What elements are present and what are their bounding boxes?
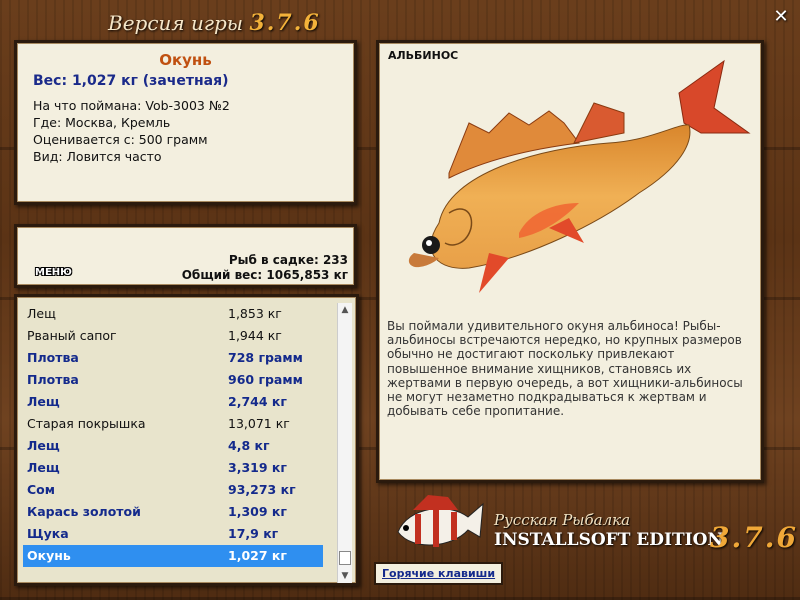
stats-summary: Рыб в садке: 233 Общий вес: 1065,853 кг xyxy=(182,253,348,283)
stats-panel: МЕНЮ Рыб в садке: 233 Общий вес: 1065,85… xyxy=(14,224,357,288)
logo-edition: INSTALLSOFT EDITION xyxy=(494,530,723,550)
list-item-weight: 1,853 кг xyxy=(228,306,282,321)
fish-name: Окунь xyxy=(159,51,212,69)
list-item-weight: 2,744 кг xyxy=(228,394,287,409)
list-item-weight: 4,8 кг xyxy=(228,438,270,453)
fish-count: Рыб в садке: 233 xyxy=(228,253,348,267)
hotkeys-link[interactable]: Горячие клавиши xyxy=(374,562,504,585)
list-item[interactable]: Плотва 728 грамм xyxy=(23,347,323,369)
logo-fish-icon xyxy=(397,495,484,547)
list-item-weight: 728 грамм xyxy=(228,350,303,365)
fish-location: Где: Москва, Кремль xyxy=(33,115,171,130)
list-item-weight: 17,9 кг xyxy=(228,526,279,541)
fish-attributes: На что поймана: Vob-3003 №2 Где: Москва,… xyxy=(33,97,354,165)
list-item-name: Окунь xyxy=(27,548,71,563)
list-item-name: Лещ xyxy=(27,306,56,321)
menu-button[interactable]: МЕНЮ xyxy=(35,267,72,278)
fish-rated-from: Оценивается с: 500 грамм xyxy=(33,132,208,147)
scroll-up-icon[interactable]: ▲ xyxy=(338,303,352,317)
list-item-weight: 1,944 кг xyxy=(228,328,282,343)
list-item-name: Сом xyxy=(27,482,55,497)
list-item-name: Плотва xyxy=(27,350,79,365)
list-item-weight: 1,309 кг xyxy=(228,504,287,519)
list-item-weight: 93,273 кг xyxy=(228,482,296,497)
logo-version: 3.7.6 xyxy=(710,521,798,554)
fish-info-panel: Окунь Вес: 1,027 кг (зачетная) На что по… xyxy=(14,40,357,205)
list-item[interactable]: Лещ 2,744 кг xyxy=(23,391,323,413)
list-item-name: Лещ xyxy=(27,438,60,453)
fish-illustration xyxy=(408,59,751,293)
list-item-name: Лещ xyxy=(27,394,60,409)
list-item[interactable]: Щука 17,9 кг xyxy=(23,523,323,545)
list-item-name: Старая покрышка xyxy=(27,416,146,431)
list-item-weight: 960 грамм xyxy=(228,372,303,387)
fish-kind: Вид: Ловится часто xyxy=(33,149,162,164)
list-item[interactable]: Плотва 960 грамм xyxy=(23,369,323,391)
list-item-name: Щука xyxy=(27,526,69,541)
scroll-down-icon[interactable]: ▼ xyxy=(338,569,352,583)
window-title: Версия игры 3.7.6 xyxy=(108,10,321,36)
total-weight: Общий вес: 1065,853 кг xyxy=(181,268,348,282)
fish-bait: На что поймана: Vob-3003 №2 xyxy=(33,98,230,113)
catch-list-panel: Лещ 1,853 кг Рваный сапог 1,944 кг Плотва 7… xyxy=(14,294,359,586)
list-item[interactable]: Рваный сапог 1,944 кг xyxy=(23,325,323,347)
list-item[interactable]: Сом 93,273 кг xyxy=(23,479,323,501)
fish-image-panel: АЛЬБИНОС Вы поймали удивительного окуня … xyxy=(376,40,764,483)
fish-weight: Вес: 1,027 кг (зачетная) xyxy=(33,73,229,89)
list-item[interactable]: Карась золотой 1,309 кг xyxy=(23,501,323,523)
list-item-name: Лещ xyxy=(27,460,60,475)
list-item[interactable]: Старая покрышка 13,071 кг xyxy=(23,413,323,435)
list-item-name: Рваный сапог xyxy=(27,328,117,343)
list-item-name: Карась золотой xyxy=(27,504,141,519)
list-item-weight: 1,027 кг xyxy=(228,548,287,563)
list-item-name: Плотва xyxy=(27,372,79,387)
game-logo: Русская Рыбалка INSTALLSOFT EDITION 3.7.… xyxy=(490,505,796,565)
window-version: 3.7.6 xyxy=(249,10,321,36)
window-title-text: Версия игры xyxy=(108,11,244,35)
list-item[interactable]: Лещ 4,8 кг xyxy=(23,435,323,457)
logo-title: Русская Рыбалка xyxy=(494,511,631,529)
scroll-thumb[interactable] xyxy=(339,551,351,565)
list-scrollbar[interactable]: ▲ ▼ xyxy=(337,303,352,583)
fish-description: Вы поймали удивительного окуня альбиноса… xyxy=(387,319,743,419)
list-item-weight: 13,071 кг xyxy=(228,416,290,431)
catch-list: Лещ 1,853 кг Рваный сапог 1,944 кг Плотва 7… xyxy=(23,303,323,567)
list-item-selected[interactable]: Окунь 1,027 кг xyxy=(23,545,323,567)
list-item-weight: 3,319 кг xyxy=(228,460,287,475)
close-icon[interactable]: ✕ xyxy=(772,8,790,26)
list-item[interactable]: Лещ 1,853 кг xyxy=(23,303,323,325)
list-item[interactable]: Лещ 3,319 кг xyxy=(23,457,323,479)
